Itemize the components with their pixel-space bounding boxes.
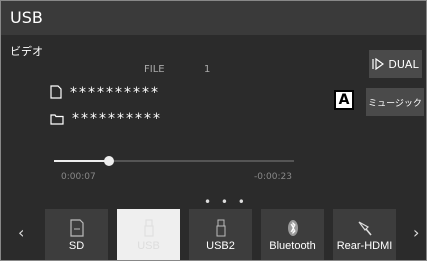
music-button[interactable]: ミュージック <box>366 88 424 116</box>
page-indicator: • • • <box>204 195 248 209</box>
elapsed-time: 0:00:07 <box>61 172 96 182</box>
progress-knob[interactable] <box>104 156 115 166</box>
source-label: SD <box>68 240 85 252</box>
title-bar: USB <box>1 1 426 35</box>
source-usb[interactable]: USB <box>117 209 180 260</box>
file-label: FILE <box>144 64 165 75</box>
progress-bar[interactable] <box>54 156 294 166</box>
usb-icon <box>144 219 153 237</box>
hdmi-icon <box>358 221 372 236</box>
source-bluetooth[interactable]: Bluetooth <box>261 209 324 260</box>
file-icon <box>50 85 62 99</box>
file-name-row: ********** <box>50 85 160 101</box>
sd-card-icon <box>69 219 84 237</box>
usb-stick-icon <box>216 219 225 237</box>
play-icon <box>372 58 385 70</box>
source-label: Rear-HDMI <box>336 240 393 252</box>
next-page-button[interactable]: › <box>413 223 419 242</box>
source-label: USB <box>137 240 160 252</box>
source-label: USB2 <box>206 240 235 252</box>
folder-name-row: ********** <box>50 111 162 127</box>
dual-button[interactable]: DUAL <box>369 50 422 78</box>
page-title: USB <box>10 8 43 27</box>
folder-name: ********** <box>72 111 162 127</box>
screen: USB ビデオ FILE 1 ********** ********** DUA… <box>0 0 427 261</box>
prev-page-button[interactable]: ‹ <box>18 223 24 242</box>
progress-fill <box>54 160 110 162</box>
file-name: ********** <box>70 85 160 101</box>
folder-icon <box>50 114 64 125</box>
callout-a: A <box>334 90 354 110</box>
file-number: 1 <box>204 64 211 75</box>
mode-label: ビデオ <box>10 45 43 58</box>
dual-label: DUAL <box>388 57 419 71</box>
bluetooth-icon <box>287 220 298 236</box>
source-usb2[interactable]: USB2 <box>189 209 252 260</box>
source-rear-hdmi[interactable]: Rear-HDMI <box>333 209 396 260</box>
remaining-time: -0:00:23 <box>254 172 292 182</box>
source-sd[interactable]: SD <box>45 209 108 260</box>
source-label: Bluetooth <box>269 240 316 252</box>
